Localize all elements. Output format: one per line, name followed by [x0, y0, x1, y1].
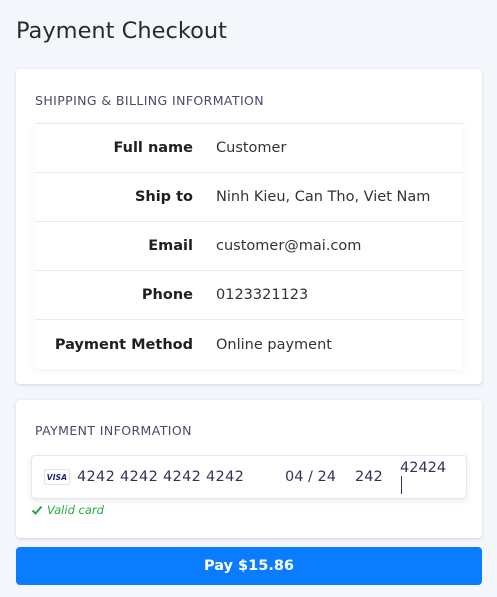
- shipping-section-label: SHIPPING & BILLING INFORMATION: [35, 93, 265, 108]
- info-value: 0123321123: [216, 287, 309, 303]
- check-icon: [31, 505, 43, 515]
- info-key: Ship to: [134, 189, 193, 205]
- zip-value: 42424: [400, 460, 447, 476]
- visa-card-icon: VISA: [44, 469, 70, 485]
- validation-text: Valid card: [47, 503, 104, 517]
- card-cvc-input[interactable]: 242: [355, 469, 400, 485]
- info-value: Customer: [216, 140, 287, 156]
- info-key: Email: [148, 238, 193, 254]
- shipping-info-table: Full name Customer Ship to Ninh Kieu, Ca…: [35, 123, 463, 369]
- validation-message: Valid card: [31, 503, 104, 517]
- info-key: Full name: [113, 140, 193, 156]
- card-expiry-input[interactable]: 04 / 24: [285, 469, 355, 485]
- text-caret: [401, 476, 402, 494]
- page-title: Payment Checkout: [16, 18, 227, 44]
- card-input-field[interactable]: VISA 4242 4242 4242 4242 04 / 24 242 424…: [31, 455, 467, 499]
- info-value: Ninh Kieu, Can Tho, Viet Nam: [216, 189, 431, 205]
- info-row-full-name: Full name Customer: [35, 124, 463, 173]
- info-row-phone: Phone 0123321123: [35, 271, 463, 320]
- payment-section-label: PAYMENT INFORMATION: [35, 423, 192, 438]
- payment-info-card: PAYMENT INFORMATION VISA 4242 4242 4242 …: [16, 400, 482, 538]
- info-key: Phone: [141, 287, 193, 303]
- info-row-ship-to: Ship to Ninh Kieu, Can Tho, Viet Nam: [35, 173, 463, 222]
- info-value: customer@mai.com: [216, 238, 362, 254]
- card-number-input[interactable]: 4242 4242 4242 4242: [77, 469, 285, 485]
- info-value: Online payment: [216, 336, 332, 353]
- pay-button[interactable]: Pay $15.86: [16, 547, 482, 585]
- info-row-email: Email customer@mai.com: [35, 222, 463, 271]
- info-row-payment-method: Payment Method Online payment: [35, 320, 463, 369]
- card-zip-input[interactable]: 42424: [400, 460, 446, 494]
- shipping-billing-card: SHIPPING & BILLING INFORMATION Full name…: [16, 69, 482, 384]
- info-key: Payment Method: [54, 336, 193, 353]
